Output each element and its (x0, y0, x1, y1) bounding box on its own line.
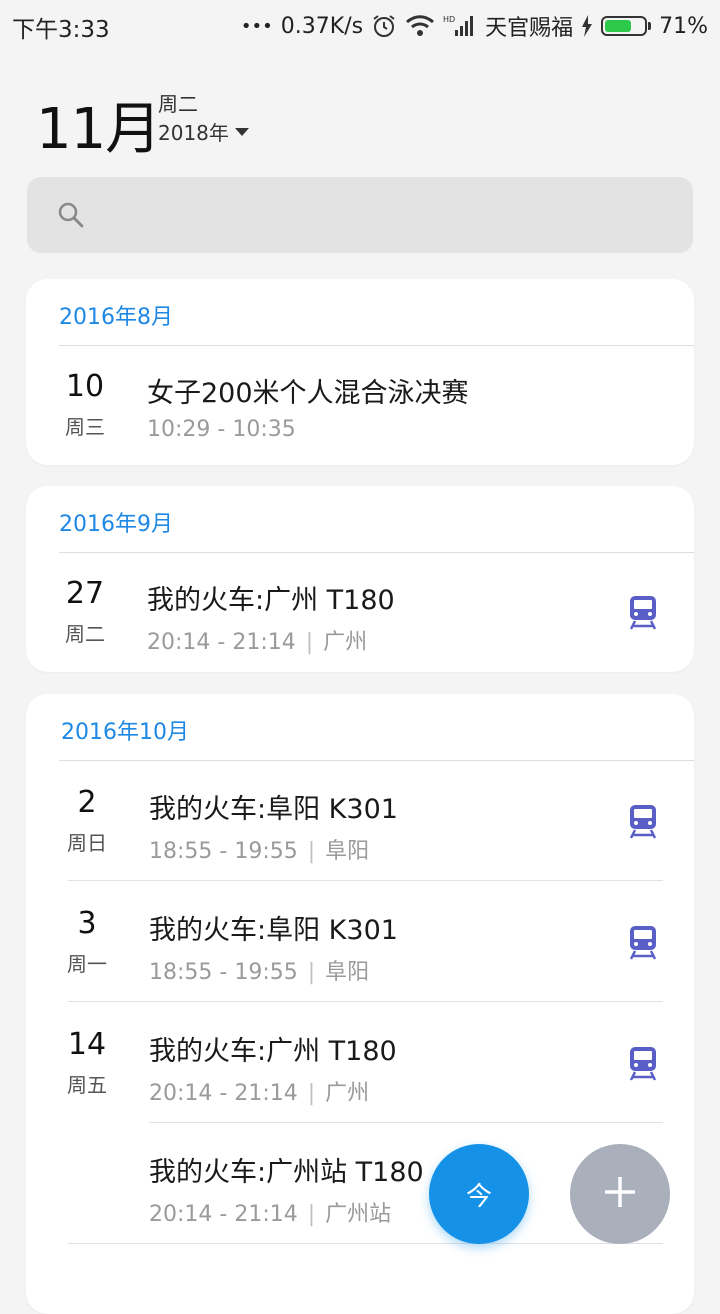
event-day: 27 (65, 576, 105, 611)
event-weekday: 周五 (67, 1073, 107, 1097)
event-row[interactable]: 10 周三 女子200米个人混合泳决赛 10:29 - 10:35 (26, 345, 694, 465)
month-group-title: 2016年8月 (59, 305, 173, 330)
search-icon (57, 201, 85, 233)
event-location: 广州站 (325, 1202, 392, 1227)
event-row[interactable]: 2 周日 我的火车:阜阳 K301 18:55 - 19:55 | 阜阳 (28, 761, 694, 881)
svg-text:HD: HD (443, 15, 455, 24)
year-label: 2018年 (158, 121, 229, 145)
event-day: 14 (67, 1027, 107, 1062)
event-time-range: 20:14 - 21:14 (149, 1081, 298, 1106)
add-event-button[interactable] (570, 1144, 670, 1244)
event-location: 阜阳 (325, 839, 370, 864)
today-button[interactable]: 今 (429, 1144, 529, 1244)
caret-down-icon (234, 127, 249, 136)
event-day: 2 (77, 785, 97, 820)
plus-icon (603, 1175, 637, 1213)
hd-signal-icon: HD (443, 14, 477, 38)
search-bar[interactable] (27, 177, 693, 253)
event-weekday: 周一 (67, 952, 107, 976)
train-icon (628, 1046, 658, 1086)
wifi-icon (405, 14, 435, 38)
event-row[interactable]: 27 周二 我的火车:广州 T180 20:14 - 21:14 | 广州 (26, 552, 694, 672)
status-dots: ••• (240, 15, 273, 37)
status-time: 下午3:33 (12, 17, 110, 43)
event-time-range: 20:14 - 21:14 (149, 1202, 298, 1227)
event-row[interactable]: 14 周五 我的火车:广州 T180 20:14 - 21:14 | 广州 (28, 1003, 694, 1123)
event-time: 20:14 - 21:14 | 广州 (147, 630, 368, 655)
event-time-range: 20:14 - 21:14 (147, 630, 296, 655)
event-time-range: 18:55 - 19:55 (149, 839, 298, 864)
event-location: 阜阳 (325, 960, 370, 985)
event-weekday: 周二 (65, 622, 105, 646)
train-icon (628, 595, 658, 635)
event-time-range: 10:29 - 10:35 (147, 417, 296, 442)
carrier-name: 天官赐福 (485, 16, 574, 41)
divider (68, 1001, 663, 1002)
alarm-icon (371, 13, 397, 39)
event-day: 10 (65, 369, 105, 404)
event-weekday: 周日 (67, 831, 107, 855)
event-location: 广州 (323, 630, 368, 655)
year-selector[interactable]: 2018年 (158, 117, 249, 146)
month-group-title: 2016年9月 (59, 512, 173, 537)
event-row[interactable]: 3 周一 我的火车:阜阳 K301 18:55 - 19:55 | 阜阳 (28, 882, 694, 1002)
divider (68, 1243, 663, 1244)
event-title: 我的火车:广州站 T180 (149, 1157, 424, 1188)
event-title: 女子200米个人混合泳决赛 (147, 378, 469, 409)
event-title: 我的火车:广州 T180 (149, 1036, 397, 1067)
divider (68, 880, 663, 881)
month-group-card: 2016年8月 10 周三 女子200米个人混合泳决赛 10:29 - 10:3… (26, 279, 694, 465)
today-label: 今 (465, 1181, 492, 1212)
search-input[interactable] (97, 193, 661, 239)
train-icon (628, 804, 658, 844)
event-title: 我的火车:阜阳 K301 (149, 794, 398, 825)
event-location: 广州 (325, 1081, 370, 1106)
status-bar: 下午3:33 ••• 0.37K/s HD 天官赐福 71% (0, 0, 720, 50)
charging-icon (581, 15, 593, 37)
divider (149, 1122, 663, 1123)
event-day: 3 (77, 906, 97, 941)
event-time-range: 18:55 - 19:55 (149, 960, 298, 985)
event-time: 10:29 - 10:35 (147, 417, 296, 442)
event-time: 20:14 - 21:14 | 广州 (149, 1081, 370, 1106)
train-icon (628, 925, 658, 965)
status-speed: 0.37K/s (280, 13, 364, 39)
event-time: 18:55 - 19:55 | 阜阳 (149, 960, 370, 985)
event-time: 20:14 - 21:14 | 广州站 (149, 1202, 392, 1227)
event-title: 我的火车:阜阳 K301 (149, 915, 398, 946)
event-title: 我的火车:广州 T180 (147, 585, 395, 616)
event-weekday: 周三 (65, 415, 105, 439)
event-time: 18:55 - 19:55 | 阜阳 (149, 839, 370, 864)
battery-icon (601, 16, 652, 36)
battery-percent: 71% (659, 13, 708, 39)
month-title: 11月 (36, 97, 161, 162)
header-weekday: 周二 (158, 92, 198, 116)
month-group-card: 2016年9月 27 周二 我的火车:广州 T180 20:14 - 21:14… (26, 486, 694, 672)
month-group-title: 2016年10月 (61, 720, 189, 745)
